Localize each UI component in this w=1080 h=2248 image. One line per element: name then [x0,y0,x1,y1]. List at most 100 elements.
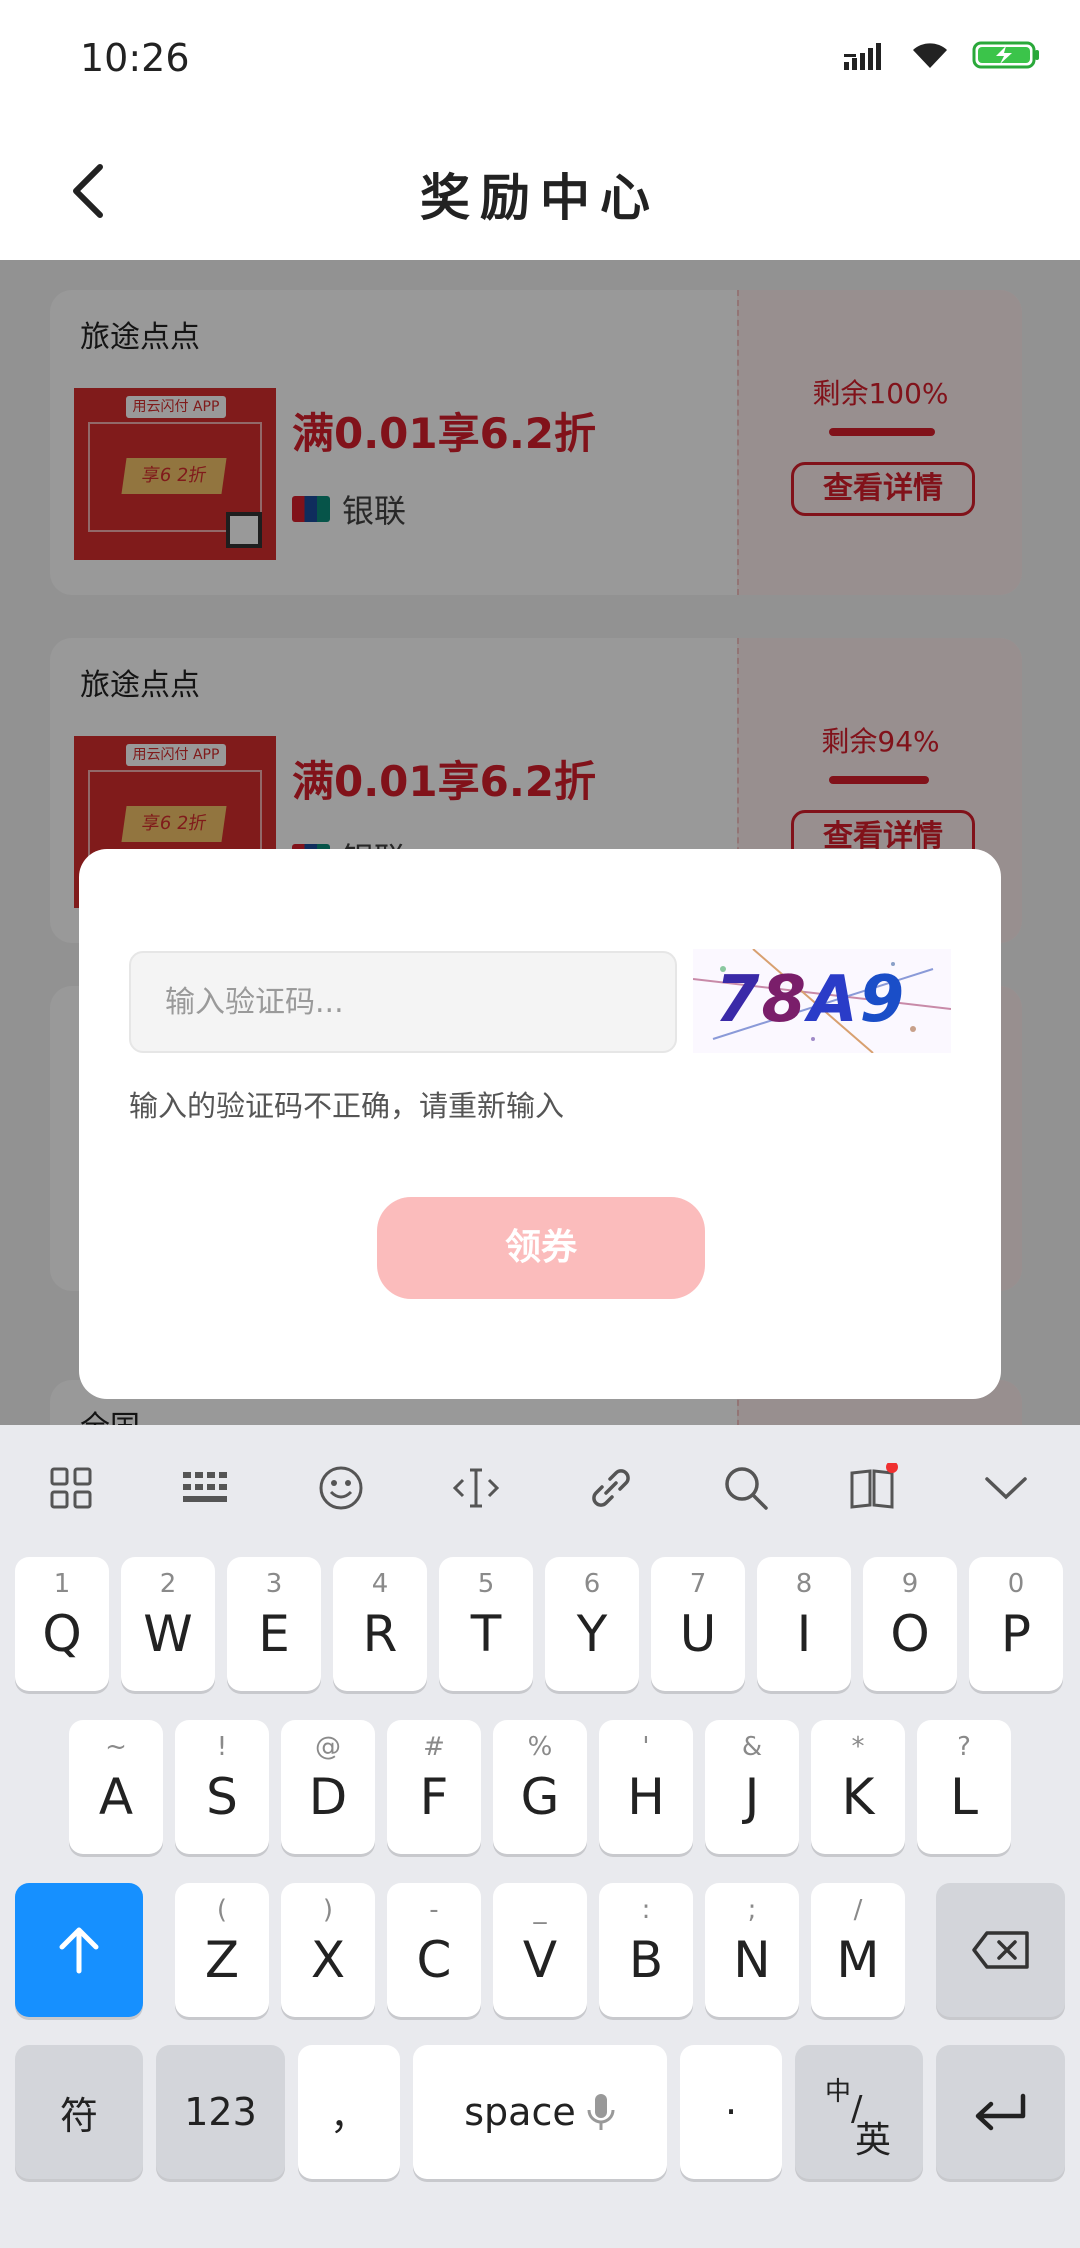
key-f[interactable]: # F [387,1720,481,1854]
key-secondary-label: % [527,1732,553,1762]
keyboard-layout-icon[interactable] [171,1453,241,1523]
app-header: 奖励中心 [0,120,1080,260]
key-label: S [206,1768,238,1826]
key-h[interactable]: ' H [599,1720,693,1854]
key-p[interactable]: 0P [969,1557,1063,1691]
enter-icon [975,2093,1025,2131]
key-x[interactable]: ) X [281,1883,375,2017]
key-secondary-label: @ [315,1732,341,1762]
key-m[interactable]: / M [811,1883,905,2017]
shift-key[interactable] [15,1883,143,2017]
captcha-char: 9 [859,963,907,1037]
key-label: Q [42,1605,82,1663]
key-q[interactable]: 1Q [15,1557,109,1691]
captcha-input[interactable] [129,951,677,1053]
key-label: D [308,1768,348,1826]
status-icons [844,40,1042,70]
key-secondary-label: ; [747,1895,757,1925]
key-secondary-label: ' [642,1732,650,1762]
key-t[interactable]: 5T [439,1557,533,1691]
comma-key[interactable]: ， [298,2045,400,2179]
key-secondary-label: 2 [159,1569,177,1599]
error-message: 输入的验证码不正确，请重新输入 [129,1089,565,1123]
key-label: T [470,1605,502,1663]
key-secondary-label: ? [957,1732,971,1762]
key-label: X [310,1931,346,1989]
key-secondary-label: 8 [795,1569,813,1599]
key-g[interactable]: % G [493,1720,587,1854]
key-i[interactable]: 8I [757,1557,851,1691]
period-key-label: · [724,2090,738,2134]
key-label: Z [204,1931,240,1989]
key-y[interactable]: 6Y [545,1557,639,1691]
key-s[interactable]: ! S [175,1720,269,1854]
key-label: K [841,1768,875,1826]
key-secondary-label: ) [322,1895,334,1925]
key-label: V [522,1931,558,1989]
key-b[interactable]: :B [599,1883,693,2017]
key-label: U [679,1605,717,1663]
key-a[interactable]: ~ A [69,1720,163,1854]
page-title: 奖励中心 [420,169,660,227]
key-e[interactable]: 3E [227,1557,321,1691]
key-label: B [628,1931,664,1989]
key-secondary-label: : [641,1895,651,1925]
language-switch-key[interactable]: 中 / 英 [795,2045,923,2179]
key-secondary-label: / [853,1895,863,1925]
symbols-key[interactable]: 符 [15,2045,143,2179]
emoji-icon[interactable] [306,1453,376,1523]
key-w[interactable]: 2W [121,1557,215,1691]
key-secondary-label: _ [533,1895,547,1925]
key-label: J [744,1768,760,1826]
key-secondary-label: 0 [1007,1569,1025,1599]
enter-key[interactable] [936,2045,1065,2179]
key-secondary-label: 3 [265,1569,283,1599]
language-key-top: 中 [825,2077,852,2107]
key-d[interactable]: @ D [281,1720,375,1854]
key-l[interactable]: ? L [917,1720,1011,1854]
backspace-key[interactable] [936,1883,1065,2017]
key-label: R [362,1605,398,1663]
captcha-dialog: 78A9 输入的验证码不正确，请重新输入 领券 [79,849,1001,1399]
symbols-key-label: 符 [59,2093,98,2138]
cursor-icon[interactable] [441,1453,511,1523]
captcha-char: 7 [715,963,762,1037]
dictionary-icon[interactable] [838,1453,908,1523]
key-label: A [98,1768,134,1826]
key-u[interactable]: 7U [651,1557,745,1691]
numbers-key-label: 123 [184,2090,257,2134]
key-c[interactable]: -C [387,1883,481,2017]
key-k[interactable]: * K [811,1720,905,1854]
key-j[interactable]: & J [705,1720,799,1854]
search-icon[interactable] [711,1453,781,1523]
key-v[interactable]: _ V [493,1883,587,2017]
signal-icon [844,43,881,70]
key-z[interactable]: (Z [175,1883,269,2017]
collapse-keyboard-icon[interactable] [971,1453,1041,1523]
space-key[interactable]: space [413,2045,667,2179]
captcha-image[interactable]: 78A9 [693,949,951,1053]
key-label: H [627,1768,665,1826]
key-n[interactable]: ; N [705,1883,799,2017]
clipboard-link-icon[interactable] [576,1453,646,1523]
key-label: P [1000,1605,1032,1663]
claim-coupon-button[interactable]: 领券 [377,1197,705,1299]
key-o[interactable]: 9O [863,1557,957,1691]
period-key[interactable]: · [680,2045,782,2179]
key-secondary-label: * [851,1732,865,1762]
keyboard-toolbar [0,1425,1080,1555]
backspace-icon [971,1931,1029,1969]
battery-icon [972,41,1039,69]
status-time: 10:26 [80,36,190,80]
arrow-up-icon [59,1927,99,1974]
key-secondary-label: 6 [583,1569,601,1599]
space-key-label: space [464,2090,576,2134]
numbers-key[interactable]: 123 [156,2045,285,2179]
apps-grid-icon[interactable] [36,1453,106,1523]
key-label: E [258,1605,290,1663]
status-bar: 10:26 [0,0,1080,120]
captcha-char: A [808,963,860,1037]
captcha-text: 78A9 [715,963,906,1037]
key-r[interactable]: 4R [333,1557,427,1691]
key-secondary-label: ~ [105,1732,127,1762]
